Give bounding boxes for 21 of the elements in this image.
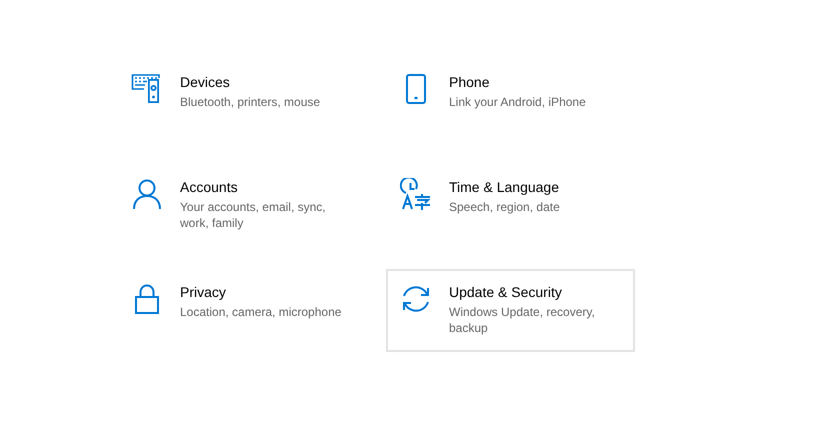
tile-title: Time & Language xyxy=(449,179,560,195)
tile-description: Speech, region, date xyxy=(449,199,561,215)
tile-description: Location, camera, microphone xyxy=(180,304,342,320)
settings-tile[interactable]: Devices Bluetooth, printers, mouse xyxy=(117,59,366,142)
settings-tile[interactable]: Update & Security Windows Update, recovery, backup xyxy=(386,269,635,352)
tile-description: Your accounts, email, sync, work, family xyxy=(180,199,327,231)
tile-description: Bluetooth, printers, mouse xyxy=(180,94,322,110)
tile-title: Devices xyxy=(180,74,231,90)
settings-tile[interactable]: Time & Language Speech, region, date xyxy=(386,164,635,247)
tile-title: Privacy xyxy=(180,284,227,300)
settings-tile[interactable]: Privacy Location, camera, microphone xyxy=(117,269,366,352)
tile-description: Windows Update, recovery, backup xyxy=(449,304,596,336)
clock-letters-icon xyxy=(400,178,432,210)
person-icon xyxy=(131,178,163,210)
tile-title: Phone xyxy=(449,74,490,90)
settings-tile[interactable]: Phone Link your Android, iPhone xyxy=(386,59,635,142)
tile-title: Accounts xyxy=(180,179,239,195)
tile-title: Update & Security xyxy=(449,284,563,300)
keyboard-speaker-icon xyxy=(131,73,163,105)
tile-description: Link your Android, iPhone xyxy=(449,94,587,110)
settings-tile[interactable]: Accounts Your accounts, email, sync, work, family xyxy=(117,164,366,247)
